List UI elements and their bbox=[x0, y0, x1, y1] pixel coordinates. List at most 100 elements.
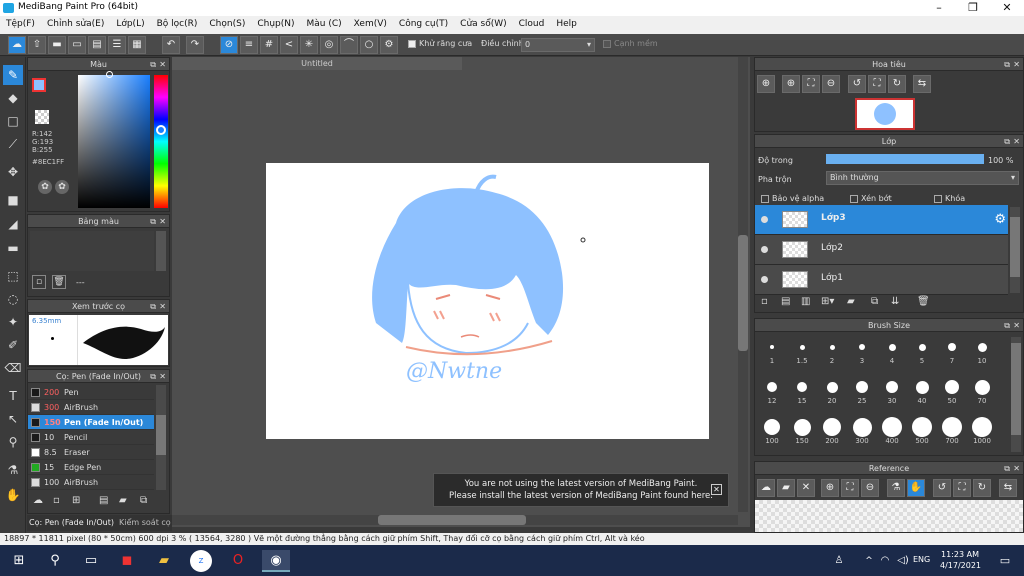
eye-icon[interactable] bbox=[761, 246, 768, 253]
soft-edge-checkbox[interactable] bbox=[603, 39, 611, 48]
text-tool-icon[interactable]: T bbox=[3, 386, 23, 406]
canvas-area[interactable]: Untitled @Nwtne You are not using the la… bbox=[172, 57, 750, 527]
eye-icon[interactable] bbox=[761, 216, 768, 223]
merge-layer-icon[interactable]: ⇊ bbox=[891, 296, 899, 307]
popout-icon[interactable]: ⧉ bbox=[1004, 319, 1010, 332]
export-icon[interactable]: ⇧ bbox=[28, 36, 46, 54]
opera-icon[interactable]: O bbox=[227, 550, 249, 572]
rotate-left-icon[interactable]: ↺ bbox=[933, 479, 951, 497]
add-layer-menu-icon[interactable]: ⊞▾ bbox=[821, 296, 834, 307]
people-icon[interactable]: ♙ bbox=[828, 550, 850, 572]
vertical-scrollbar[interactable] bbox=[738, 57, 748, 512]
menu-layer[interactable]: Lớp(L) bbox=[110, 16, 150, 29]
layer-scrollbar[interactable] bbox=[1010, 207, 1020, 293]
select-eraser-tool-icon[interactable]: ⌫ bbox=[3, 358, 23, 378]
layer-item[interactable]: Lớp2 bbox=[755, 235, 1008, 265]
grid-icon[interactable]: ▦ bbox=[128, 36, 146, 54]
menu-tools[interactable]: Công cụ(T) bbox=[393, 16, 454, 29]
saturation-value-picker[interactable] bbox=[78, 75, 150, 208]
duplicate-layer-icon[interactable]: ⧉ bbox=[871, 296, 878, 307]
brush-list-item[interactable]: 10 Pencil bbox=[28, 430, 154, 445]
brush-list-item[interactable]: 200 Pen bbox=[28, 385, 154, 400]
brush-size-option[interactable]: 300 bbox=[847, 415, 877, 445]
new-halftone-layer-icon[interactable]: ▥ bbox=[801, 296, 810, 307]
eyedropper-icon[interactable]: ⚗ bbox=[887, 479, 905, 497]
close-icon[interactable]: ✕ bbox=[159, 370, 166, 383]
windows-start-icon[interactable]: ⊞ bbox=[8, 550, 30, 572]
brush-size-option[interactable]: 700 bbox=[937, 415, 967, 445]
duplicate-icon[interactable]: ⧉ bbox=[140, 495, 147, 506]
brush-size-option[interactable]: 4 bbox=[877, 335, 907, 365]
hand-tool-icon[interactable]: ✋ bbox=[3, 485, 23, 505]
reference-cloud-icon[interactable]: ☁ bbox=[757, 479, 775, 497]
soft-edge-option[interactable]: Cạnh mềm bbox=[603, 39, 658, 48]
page-icon[interactable]: ▤ bbox=[88, 36, 106, 54]
blur-tool-icon[interactable]: ⚲ bbox=[3, 432, 23, 452]
menu-window[interactable]: Cửa sổ(W) bbox=[454, 16, 512, 29]
brush-size-option[interactable]: 1000 bbox=[967, 415, 997, 445]
rotate-left-icon[interactable]: ↺ bbox=[848, 75, 866, 93]
close-icon[interactable]: ✕ bbox=[159, 300, 166, 313]
protect-alpha-checkbox[interactable] bbox=[761, 194, 769, 203]
task-view-icon[interactable]: ▭ bbox=[80, 550, 102, 572]
perspective-snap-icon[interactable]: < bbox=[280, 36, 298, 54]
zoom-in-icon[interactable]: ⊕ bbox=[757, 75, 775, 93]
open-icon[interactable]: ▰ bbox=[777, 479, 795, 497]
fit-icon[interactable]: ⛶ bbox=[841, 479, 859, 497]
zoom-in-icon[interactable]: ⊕ bbox=[821, 479, 839, 497]
menu-help[interactable]: Help bbox=[550, 16, 583, 29]
zoom-out-icon[interactable]: ⊖ bbox=[822, 75, 840, 93]
layer-scroll-thumb[interactable] bbox=[1010, 217, 1020, 277]
menu-file[interactable]: Tệp(F) bbox=[0, 16, 41, 29]
snap-off-icon[interactable]: ⊘ bbox=[220, 36, 238, 54]
protect-alpha-option[interactable]: Bảo vệ alpha bbox=[761, 194, 824, 203]
circle-snap-icon[interactable]: ○ bbox=[360, 36, 378, 54]
popout-icon[interactable]: ⧉ bbox=[150, 215, 156, 228]
brush-size-option[interactable]: 400 bbox=[877, 415, 907, 445]
list-icon[interactable]: ☰ bbox=[108, 36, 126, 54]
magic-wand-tool-icon[interactable]: ✦ bbox=[3, 312, 23, 332]
brush-size-option[interactable]: 200 bbox=[817, 415, 847, 445]
flip-icon[interactable]: ⇆ bbox=[913, 75, 931, 93]
new-brush-icon[interactable]: ▫ bbox=[53, 495, 60, 506]
menu-snap[interactable]: Chụp(N) bbox=[251, 16, 300, 29]
fit-icon[interactable]: ⛶ bbox=[802, 75, 820, 93]
menu-view[interactable]: Xem(V) bbox=[348, 16, 393, 29]
scroll-thumb[interactable] bbox=[156, 415, 166, 455]
eraser-tool-icon[interactable]: ◆ bbox=[3, 88, 23, 108]
brush-size-option[interactable]: 3 bbox=[847, 335, 877, 365]
brush-size-scroll-thumb[interactable] bbox=[1011, 343, 1021, 435]
chrome-icon[interactable]: ◉ bbox=[262, 550, 290, 572]
new-color-layer-icon[interactable]: ▤ bbox=[781, 296, 790, 307]
tab-brush-control[interactable]: Kiểm soát cọ bbox=[119, 518, 171, 527]
close-notice-icon[interactable]: ✕ bbox=[711, 484, 722, 495]
rotate-right-icon[interactable]: ↻ bbox=[973, 479, 991, 497]
brush-size-option[interactable]: 30 bbox=[877, 375, 907, 405]
zalo-icon[interactable]: Z bbox=[190, 550, 212, 572]
new-palette-icon[interactable]: ▫ bbox=[32, 275, 46, 289]
popout-icon[interactable]: ⧉ bbox=[150, 300, 156, 313]
zoom-in-2-icon[interactable]: ⊕ bbox=[782, 75, 800, 93]
brush-size-scrollbar[interactable] bbox=[1011, 337, 1021, 452]
popout-icon[interactable]: ⧉ bbox=[1004, 135, 1010, 148]
rect-tool-icon[interactable]: □ bbox=[3, 111, 23, 131]
drawing-canvas[interactable]: @Nwtne bbox=[266, 163, 709, 439]
brush-size-option[interactable]: 70 bbox=[967, 375, 997, 405]
hue-slider[interactable] bbox=[154, 75, 168, 208]
navigator-thumbnail[interactable] bbox=[855, 98, 915, 130]
add-brush-icon[interactable]: ⊞ bbox=[72, 495, 80, 506]
close-icon[interactable]: ✕ bbox=[159, 215, 166, 228]
maximize-button[interactable]: ❐ bbox=[956, 0, 990, 16]
clock[interactable]: 11:23 AM 4/17/2021 bbox=[940, 549, 981, 571]
brush-list-item[interactable]: 15 Edge Pen bbox=[28, 460, 154, 475]
brush-tool-icon[interactable]: ✎ bbox=[3, 65, 23, 85]
palette-icon[interactable]: ✿ bbox=[38, 180, 52, 194]
brush-size-option[interactable]: 100 bbox=[757, 415, 787, 445]
menu-color[interactable]: Màu (C) bbox=[301, 16, 348, 29]
hand-icon[interactable]: ✋ bbox=[907, 479, 925, 497]
folder-icon[interactable]: ▰ bbox=[847, 296, 855, 307]
close-icon[interactable]: ✕ bbox=[1013, 58, 1020, 71]
comment-icon[interactable]: ▬ bbox=[48, 36, 66, 54]
brush-cloud-icon[interactable]: ☁ bbox=[33, 495, 43, 506]
picker-handle[interactable] bbox=[106, 71, 113, 78]
